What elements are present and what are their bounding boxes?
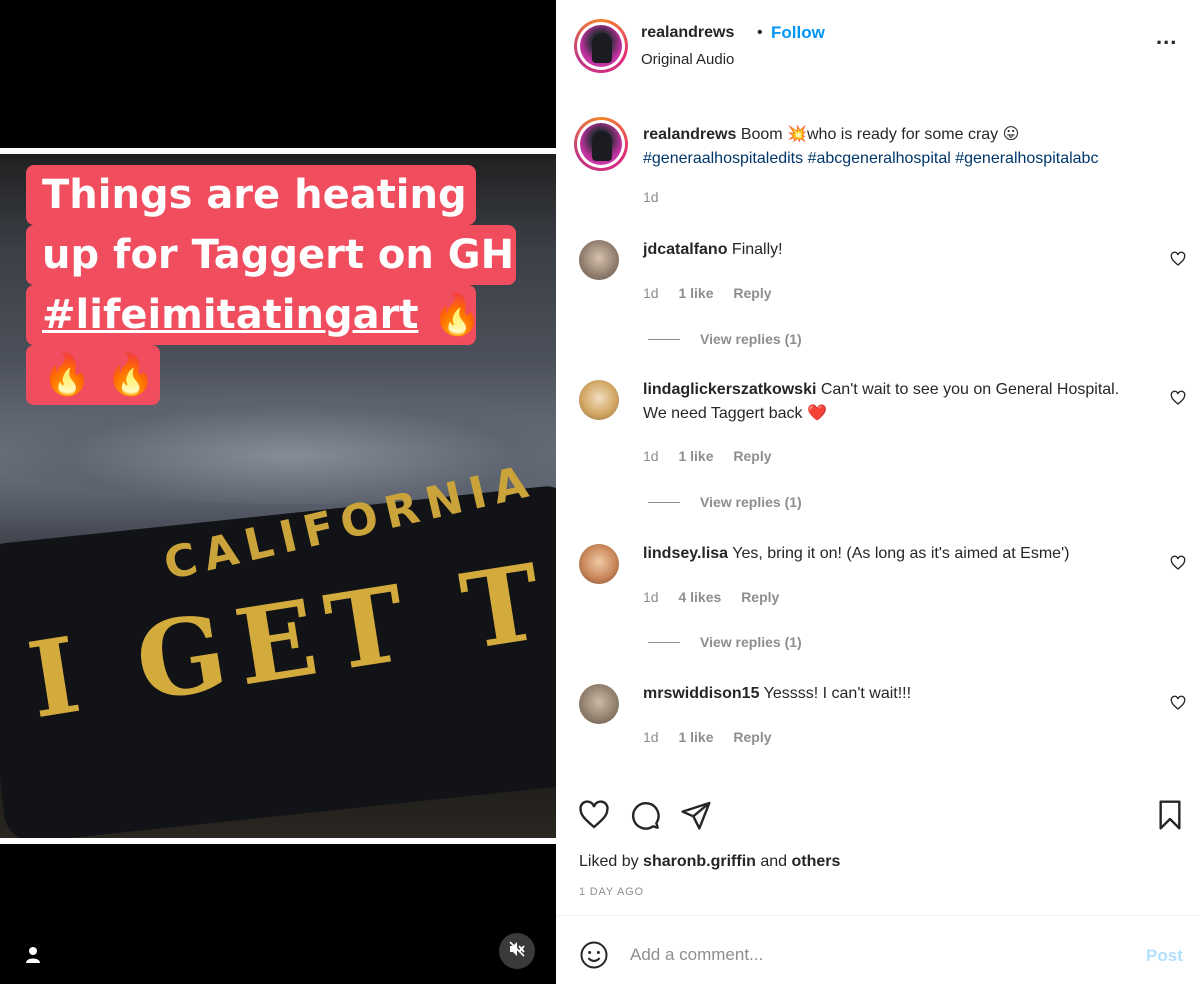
liked-by-others[interactable]: others	[792, 853, 841, 870]
post-actions	[556, 795, 1200, 835]
comment-likes[interactable]: 4 likes	[678, 589, 721, 605]
liked-by-user[interactable]: sharonb.griffin	[643, 853, 756, 870]
post-comment-button[interactable]: Post	[1146, 946, 1183, 966]
comment-body: Finally!	[727, 241, 783, 258]
comment-meta: 1d 1 like Reply	[643, 448, 788, 464]
caption-hashtags[interactable]: #generaalhospitaledits #abcgeneralhospit…	[643, 150, 1098, 167]
like-comment-icon[interactable]	[1170, 695, 1186, 711]
comment-body: Yes, bring it on! (As long as it's aimed…	[728, 545, 1070, 562]
comment-likes[interactable]: 1 like	[678, 448, 713, 464]
like-comment-icon[interactable]	[1170, 390, 1186, 406]
comment-meta: 1d 1 like Reply	[643, 285, 788, 301]
caption-body: Boom 💥who is ready for some cray 😛	[736, 126, 1020, 143]
view-replies-button[interactable]: View replies (1)	[648, 494, 802, 510]
post-side-panel: realandrews • Follow Original Audio ... …	[556, 0, 1200, 984]
likes-prefix: Liked by	[579, 853, 644, 870]
view-replies-label: View replies (1)	[700, 494, 802, 510]
like-comment-icon[interactable]	[1170, 555, 1186, 571]
comment-likes[interactable]: 1 like	[678, 285, 713, 301]
comment-time[interactable]: 1d	[643, 589, 659, 605]
user-icon[interactable]	[22, 944, 44, 966]
bookmark-icon[interactable]	[1154, 799, 1186, 831]
audio-label[interactable]: Original Audio	[641, 51, 734, 68]
reply-button[interactable]: Reply	[733, 285, 771, 301]
likes-middle: and	[755, 853, 792, 870]
comment-meta: 1d 1 like Reply	[643, 729, 788, 745]
commenter-username[interactable]: jdcatalfano	[643, 241, 727, 258]
comment-text: lindsey.lisa Yes, bring it on! (As long …	[643, 542, 1143, 566]
caption-line-3: #lifeimitatingart 🔥	[26, 285, 482, 345]
caption-hashtag: #lifeimitatingart	[42, 292, 419, 338]
reply-button[interactable]: Reply	[733, 729, 771, 745]
view-replies-label: View replies (1)	[700, 331, 802, 347]
author-username[interactable]: realandrews	[641, 24, 734, 42]
view-replies-label: View replies (1)	[700, 634, 802, 650]
commenter-username[interactable]: mrswiddison15	[643, 685, 759, 702]
comment-time[interactable]: 1d	[643, 729, 659, 745]
caption-line-1: Things are heating	[26, 165, 476, 225]
view-replies-button[interactable]: View replies (1)	[648, 331, 802, 347]
post-media[interactable]: CALIFORNIA I GET T Things are heating up…	[0, 0, 556, 984]
comment-time[interactable]: 1d	[643, 285, 659, 301]
view-replies-button[interactable]: View replies (1)	[648, 634, 802, 650]
caption-username[interactable]: realandrews	[643, 126, 736, 143]
comment-meta: 1d 4 likes Reply	[643, 589, 795, 605]
author-avatar[interactable]	[574, 19, 628, 73]
share-icon[interactable]	[680, 799, 712, 831]
comment-time[interactable]: 1d	[643, 448, 659, 464]
more-options-icon[interactable]: ...	[1156, 26, 1177, 48]
comment-body: Yessss! I can't wait!!!	[759, 685, 912, 702]
follow-button[interactable]: Follow	[771, 23, 825, 43]
video-caption-overlay: Things are heating up for Taggert on GH …	[26, 165, 516, 410]
commenter-avatar[interactable]	[579, 380, 619, 420]
comment-text: jdcatalfano Finally!	[643, 238, 1143, 262]
comment-text: lindaglickerszatkowski Can't wait to see…	[643, 378, 1143, 426]
mute-button[interactable]	[499, 933, 535, 969]
commenter-avatar[interactable]	[579, 240, 619, 280]
add-comment-bar: Post	[556, 930, 1200, 984]
comment-input[interactable]	[630, 942, 1110, 968]
comment-likes[interactable]: 1 like	[678, 729, 713, 745]
caption-text: realandrews Boom 💥who is ready for some …	[643, 123, 1188, 171]
commenter-avatar[interactable]	[579, 684, 619, 724]
separator-dot: •	[757, 24, 763, 41]
heart-icon[interactable]	[578, 799, 610, 831]
reply-button[interactable]: Reply	[733, 448, 771, 464]
caption-line-4: 🔥 🔥	[26, 345, 160, 405]
caption-line-2: up for Taggert on GH	[26, 225, 516, 285]
comment-text: mrswiddison15 Yessss! I can't wait!!!	[643, 682, 1143, 706]
divider	[556, 915, 1200, 916]
comment-icon[interactable]	[629, 799, 661, 831]
commenter-username[interactable]: lindsey.lisa	[643, 545, 728, 562]
reply-button[interactable]: Reply	[741, 589, 779, 605]
fire-emoji: 🔥	[432, 292, 483, 338]
caption-timestamp[interactable]: 1d	[643, 189, 659, 205]
post-timestamp[interactable]: 1 DAY AGO	[579, 886, 644, 898]
muted-speaker-icon	[508, 940, 526, 963]
caption-author-avatar[interactable]	[574, 117, 628, 171]
like-comment-icon[interactable]	[1170, 251, 1186, 267]
commenter-username[interactable]: lindaglickerszatkowski	[643, 381, 816, 398]
post-header: realandrews • Follow Original Audio ...	[556, 0, 1200, 95]
emoji-icon[interactable]	[579, 940, 609, 970]
likes-summary: Liked by sharonb.griffin and others	[579, 853, 840, 871]
commenter-avatar[interactable]	[579, 544, 619, 584]
